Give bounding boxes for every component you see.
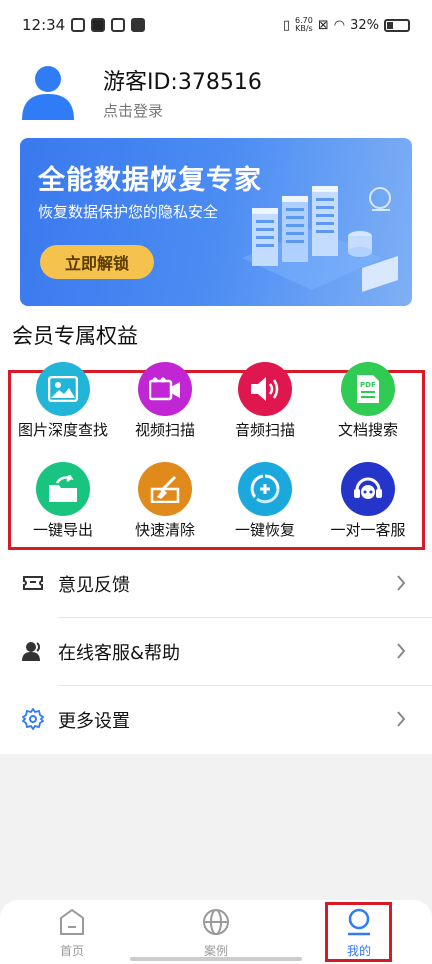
section-title: 会员专属权益 bbox=[12, 324, 138, 348]
username: 游客ID:378516 bbox=[103, 70, 262, 95]
menu-item-support[interactable]: 在线客服&帮助 bbox=[0, 618, 432, 686]
folder-export-icon bbox=[36, 462, 90, 516]
tab-label-home: 首页 bbox=[59, 944, 84, 958]
restore-icon bbox=[238, 462, 292, 516]
feature-one-click-restore[interactable]: 一键恢复 bbox=[213, 462, 317, 542]
headset-icon bbox=[341, 462, 395, 516]
wifi-icon: ◠ bbox=[333, 17, 346, 33]
video-camera-icon bbox=[138, 362, 192, 416]
menu-item-settings[interactable]: 更多设置 bbox=[0, 686, 432, 754]
feature-document-search[interactable]: PDF 文档搜索 bbox=[316, 362, 420, 442]
tiktok-icon bbox=[91, 18, 106, 32]
notification-icon bbox=[71, 18, 86, 32]
home-icon bbox=[60, 908, 84, 935]
avatar[interactable] bbox=[20, 64, 76, 120]
app-icon bbox=[111, 18, 126, 32]
user-support-icon bbox=[22, 642, 40, 661]
server-illustration bbox=[242, 186, 398, 292]
chevron-right-icon bbox=[397, 711, 406, 727]
banner-subtitle: 恢复数据保护您的隐私安全 bbox=[38, 203, 219, 221]
gear-icon bbox=[22, 708, 44, 730]
feature-export[interactable]: 一键导出 bbox=[11, 462, 115, 542]
menu-list: 意见反馈 在线客服&帮助 更多设置 bbox=[0, 550, 432, 754]
feature-quick-clean[interactable]: 快速清除 bbox=[113, 462, 217, 542]
sim-icon: ⊠ bbox=[317, 17, 329, 33]
network-speed: 6.70 KB/s bbox=[295, 16, 313, 33]
menu-item-feedback[interactable]: 意见反馈 bbox=[0, 550, 432, 618]
broom-icon bbox=[138, 462, 192, 516]
login-link[interactable]: 点击登录 bbox=[103, 100, 163, 121]
active-tab-highlight-box bbox=[325, 902, 392, 962]
battery-icon bbox=[384, 18, 410, 32]
message-icon bbox=[131, 18, 146, 32]
svg-text:PDF: PDF bbox=[360, 381, 376, 389]
pdf-document-icon: PDF bbox=[341, 362, 395, 416]
feature-image-search[interactable]: 图片深度查找 bbox=[11, 362, 115, 442]
tab-home[interactable]: 首页 bbox=[37, 908, 107, 959]
chevron-right-icon bbox=[397, 643, 406, 659]
menu-label-settings: 更多设置 bbox=[58, 711, 130, 732]
promo-banner[interactable]: 全能数据恢复专家 恢复数据保护您的隐私安全 立即解锁 bbox=[20, 138, 412, 306]
globe-icon bbox=[203, 909, 229, 935]
home-indicator[interactable] bbox=[130, 957, 302, 961]
battery-percent: 32% bbox=[350, 17, 379, 33]
vibrate-icon: ▯ bbox=[282, 17, 291, 33]
status-bar: 12:34 ▯ 6.70 KB/s ⊠ ◠ 32% bbox=[0, 0, 432, 50]
image-icon bbox=[36, 362, 90, 416]
chevron-right-icon bbox=[397, 575, 406, 591]
feature-customer-service[interactable]: 一对一客服 bbox=[316, 462, 420, 542]
menu-label-support: 在线客服&帮助 bbox=[58, 643, 181, 664]
profile-header[interactable]: 游客ID:378516 点击登录 bbox=[20, 58, 420, 128]
ticket-icon bbox=[23, 576, 43, 590]
feature-video-scan[interactable]: 视频扫描 bbox=[113, 362, 217, 442]
tab-cases[interactable]: 案例 bbox=[181, 908, 251, 959]
unlock-button[interactable]: 立即解锁 bbox=[40, 245, 154, 279]
feature-audio-scan[interactable]: 音频扫描 bbox=[213, 362, 317, 442]
speaker-icon bbox=[238, 362, 292, 416]
menu-label-feedback: 意见反馈 bbox=[58, 575, 130, 596]
clock: 12:34 bbox=[22, 16, 66, 34]
